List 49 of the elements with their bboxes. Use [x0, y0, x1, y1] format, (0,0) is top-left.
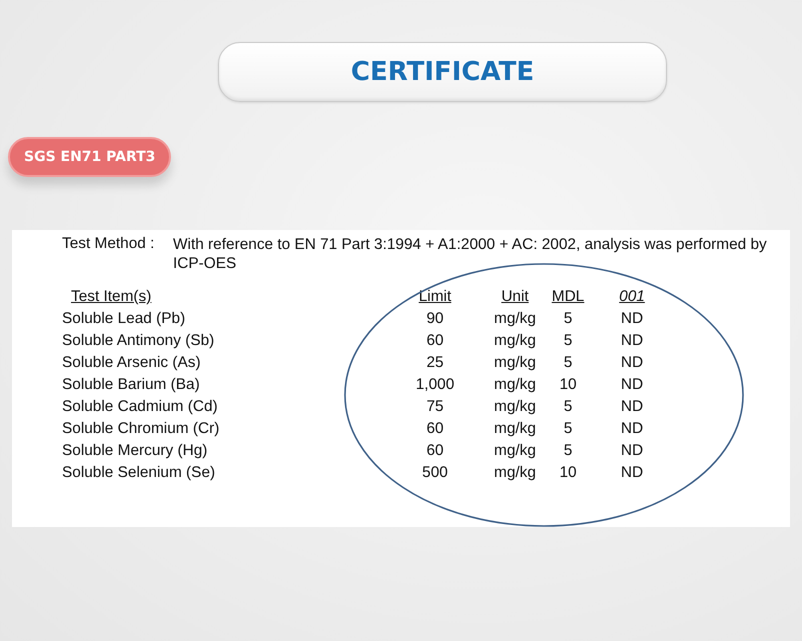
- table-cell: ND: [620, 442, 644, 460]
- method-text: With reference to EN 71 Part 3:1994 + A1:2000 + AC: 2002, analysis was performed by ICP-OES: [173, 235, 768, 273]
- table-cell: 5: [564, 398, 572, 416]
- table-cell: 5: [564, 420, 572, 438]
- table-cell: mg/kg: [494, 398, 536, 416]
- table-cell: 60: [426, 332, 444, 350]
- table-cell: Soluble Selenium (Se): [62, 464, 216, 482]
- table-cell: ND: [620, 464, 644, 482]
- column-header: MDL: [552, 288, 584, 306]
- column-header: Unit: [501, 288, 529, 306]
- column-header: 001: [619, 288, 645, 306]
- badge: SGS EN71 PART3: [8, 137, 172, 177]
- table-cell: 25: [426, 354, 444, 372]
- table-cell: Soluble Lead (Pb): [62, 310, 186, 328]
- table-cell: 5: [564, 332, 572, 350]
- table-cell: 10: [559, 376, 577, 394]
- column-header: Test Item(s): [71, 288, 152, 306]
- table-cell: mg/kg: [494, 420, 536, 438]
- table-cell: 60: [426, 442, 444, 460]
- column-header: Limit: [418, 288, 452, 306]
- table-cell: mg/kg: [494, 310, 536, 328]
- table-cell: ND: [620, 398, 644, 416]
- table-cell: Soluble Arsenic (As): [62, 354, 201, 372]
- table-cell: 75: [426, 398, 444, 416]
- table-cell: mg/kg: [494, 332, 536, 350]
- table-cell: ND: [620, 420, 644, 438]
- table-cell: Soluble Barium (Ba): [62, 376, 200, 394]
- table-cell: ND: [620, 332, 644, 350]
- page-title: CERTIFICATE: [350, 57, 534, 87]
- table-cell: 60: [426, 420, 444, 438]
- table-cell: Soluble Antimony (Sb): [62, 332, 214, 350]
- table-cell: ND: [620, 376, 644, 394]
- method-label: Test Method :: [62, 235, 156, 254]
- table-cell: 90: [426, 310, 444, 328]
- table-cell: ND: [620, 354, 644, 372]
- table-cell: Soluble Cadmium (Cd): [62, 398, 218, 416]
- table-cell: 1,000: [416, 376, 454, 394]
- table-cell: Soluble Mercury (Hg): [62, 442, 208, 460]
- table-cell: mg/kg: [494, 376, 536, 394]
- table-cell: 10: [559, 464, 577, 482]
- table-cell: mg/kg: [494, 354, 536, 372]
- table-cell: 500: [422, 464, 448, 482]
- table-cell: mg/kg: [494, 464, 536, 482]
- table-cell: 5: [564, 442, 572, 460]
- table-cell: 5: [564, 310, 572, 328]
- table-cell: 5: [564, 354, 572, 372]
- table-cell: ND: [620, 310, 644, 328]
- table-cell: Soluble Chromium (Cr): [62, 420, 220, 438]
- table-cell: mg/kg: [494, 442, 536, 460]
